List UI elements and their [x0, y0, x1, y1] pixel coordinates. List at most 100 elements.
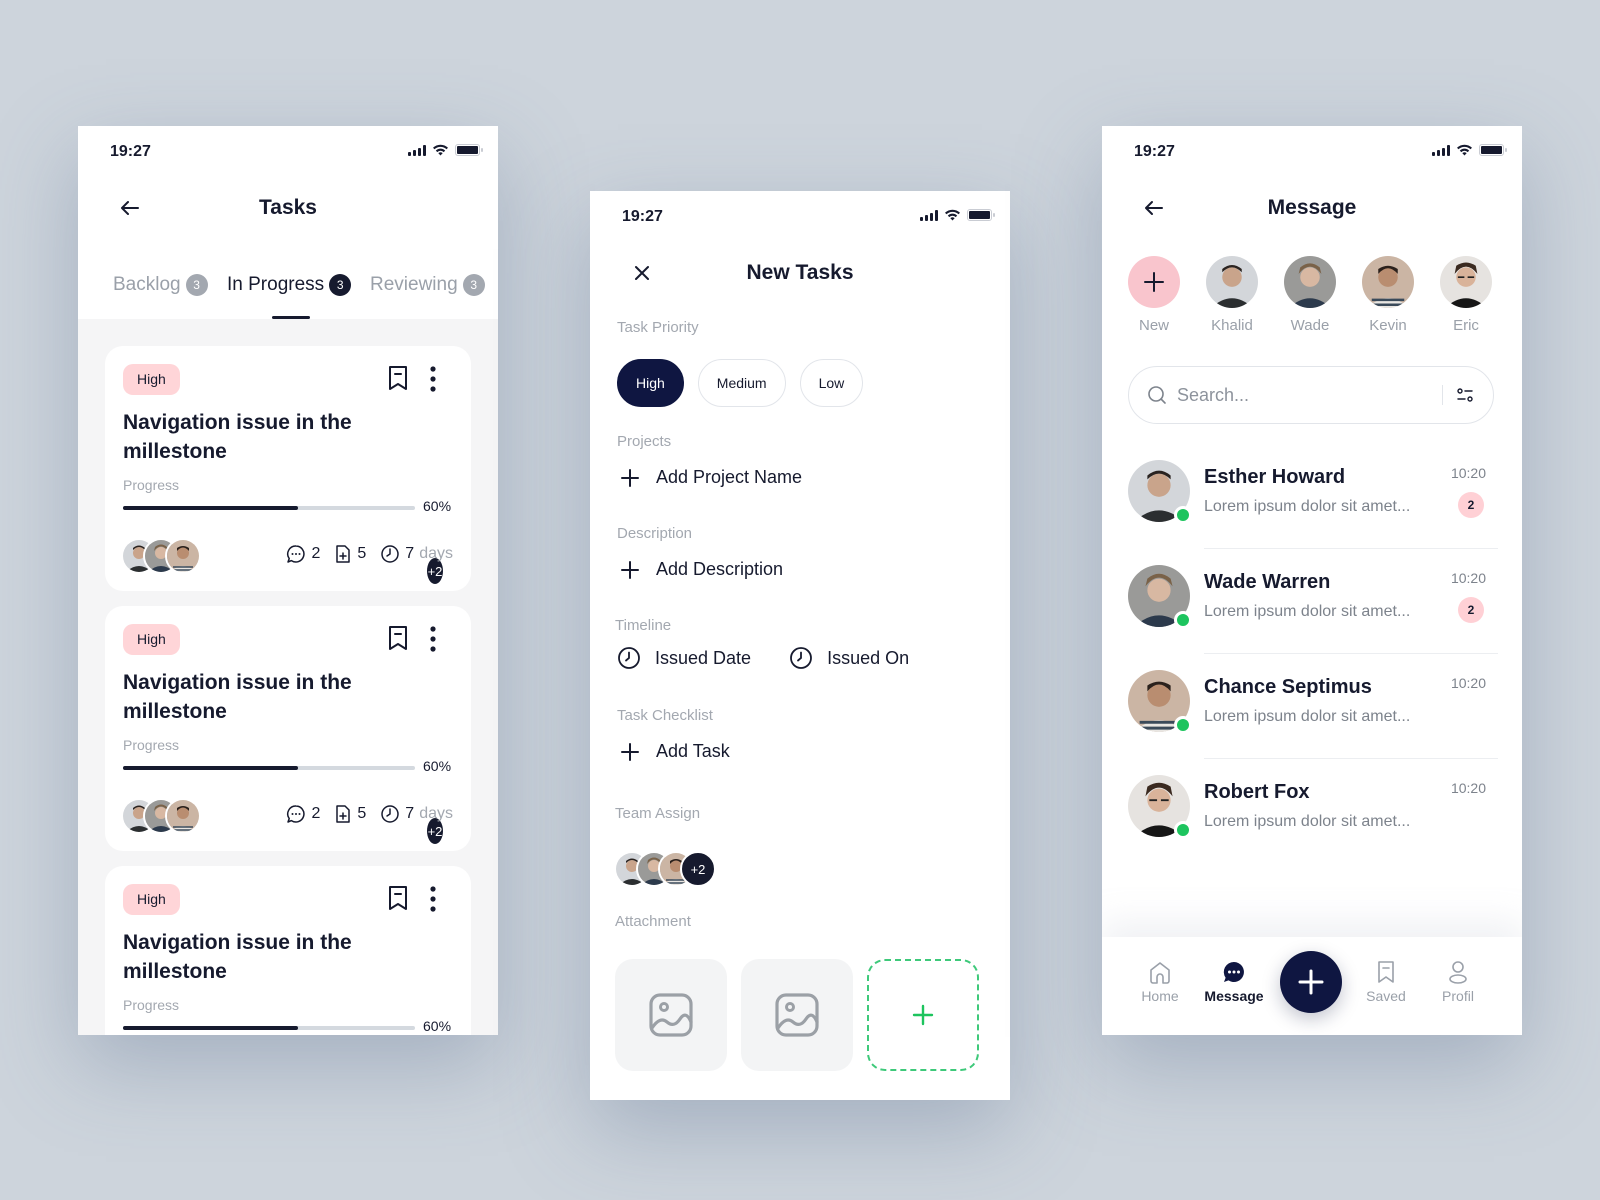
contact-eric[interactable]: Eric	[1440, 256, 1492, 334]
days-unit: days	[419, 545, 453, 562]
team-assign-label: Team Assign	[615, 805, 701, 822]
chat-list-item[interactable]: Robert Fox Lorem ipsum dolor sit amet...…	[1128, 775, 1498, 880]
projects-label: Projects	[617, 433, 672, 450]
comment-icon	[287, 805, 306, 823]
contact-name: New	[1138, 317, 1169, 334]
online-indicator	[1174, 611, 1192, 629]
more-vertical-icon[interactable]	[423, 364, 443, 394]
progress-fill	[123, 1026, 299, 1030]
task-title: Navigation issue in the millestone	[123, 931, 352, 983]
tab-in-progress[interactable]: In Progress 3	[227, 274, 352, 296]
chat-list-item[interactable]: Chance Septimus Lorem ipsum dolor sit am…	[1128, 670, 1498, 775]
priority-badge: High	[123, 884, 180, 915]
team-avatars[interactable]: +2	[614, 851, 716, 887]
tab-reviewing[interactable]: Reviewing 3	[370, 274, 485, 296]
member-avatars: +2	[121, 538, 445, 586]
task-title: Navigation issue in the millestone	[123, 411, 352, 463]
chat-name: Robert Fox	[1204, 781, 1310, 803]
new-task-screen: 19:27 New Tasks Task Priority High Mediu…	[590, 191, 1010, 1100]
due-days: 7 days	[380, 544, 453, 564]
task-checklist-label: Task Checklist	[617, 707, 713, 724]
timeline-label: Timeline	[615, 617, 672, 634]
progress-bar	[123, 1026, 415, 1030]
member-avatars: +2	[121, 798, 445, 846]
attachment-label: Attachment	[615, 913, 691, 930]
files-value: 5	[357, 545, 367, 562]
page-title: New Tasks	[746, 261, 854, 284]
add-attachment-button[interactable]	[867, 959, 979, 1071]
status-bar: 19:27	[1102, 126, 1522, 176]
nav-profile[interactable]: Profil	[1428, 959, 1488, 1004]
contact-kevin[interactable]: Kevin	[1362, 256, 1414, 334]
battery-icon	[455, 144, 483, 156]
add-task-button[interactable]: Add Task	[620, 741, 730, 762]
progress-bar	[123, 506, 415, 510]
page-title: Message	[1267, 196, 1357, 219]
file-add-icon	[336, 805, 351, 823]
compose-fab-button[interactable]	[1280, 951, 1342, 1013]
avatar	[1440, 256, 1492, 308]
chat-list-item[interactable]: Esther Howard Lorem ipsum dolor sit amet…	[1128, 460, 1498, 565]
priority-badge: High	[123, 364, 180, 395]
signal-icon	[920, 209, 938, 221]
signal-icon	[408, 144, 426, 156]
bookmark-icon	[1378, 961, 1394, 983]
attachment-thumbnail[interactable]	[741, 959, 853, 1071]
more-vertical-icon[interactable]	[423, 884, 443, 914]
add-project-button[interactable]: Add Project Name	[620, 467, 802, 488]
task-list: High Navigation issue in the millestone …	[78, 319, 498, 1035]
clock-icon	[618, 647, 640, 669]
priority-medium-button[interactable]: Medium	[697, 359, 786, 407]
avatar	[165, 538, 201, 574]
divider	[1442, 385, 1443, 405]
comment-icon	[287, 545, 306, 563]
tab-label: In Progress	[227, 274, 325, 295]
attachment-thumbnail[interactable]	[615, 959, 727, 1071]
nav-saved[interactable]: Saved	[1356, 959, 1416, 1004]
search-input[interactable]: Search...	[1128, 366, 1494, 424]
filter-icon[interactable]	[1455, 385, 1475, 405]
priority-high-button[interactable]: High	[617, 359, 684, 407]
contact-name: Kevin	[1369, 317, 1407, 334]
chat-time: 10:20	[1450, 465, 1486, 481]
more-vertical-icon[interactable]	[423, 624, 443, 654]
chat-preview: Lorem ipsum dolor sit amet...	[1204, 708, 1411, 725]
issued-date-label: Issued Date	[655, 647, 752, 668]
nav-label: Profil	[1442, 988, 1474, 1004]
new-contact-button[interactable]: New	[1128, 256, 1180, 334]
wifi-icon	[433, 144, 448, 156]
days-value: 7	[405, 805, 415, 822]
more-members-badge[interactable]: +2	[680, 851, 716, 887]
add-description-button[interactable]: Add Description	[620, 559, 783, 580]
chat-list-item[interactable]: Wade Warren Lorem ipsum dolor sit amet..…	[1128, 565, 1498, 670]
bookmark-icon[interactable]	[387, 624, 409, 652]
tab-count-badge: 3	[462, 274, 485, 296]
files-count: 5	[334, 804, 366, 824]
issued-date-field[interactable]: Issued Date	[617, 646, 751, 670]
nav-message[interactable]: Message	[1204, 959, 1264, 1004]
nav-home[interactable]: Home	[1130, 959, 1190, 1004]
priority-low-button[interactable]: Low	[799, 359, 864, 407]
bookmark-icon[interactable]	[387, 884, 409, 912]
contact-khalid[interactable]: Khalid	[1206, 256, 1258, 334]
unread-badge: 2	[1458, 492, 1484, 518]
task-title: Navigation issue in the millestone	[123, 671, 352, 723]
add-task-label: Add Task	[656, 741, 730, 761]
contact-wade[interactable]: Wade	[1284, 256, 1336, 334]
task-card[interactable]: High Navigation issue in the millestone …	[105, 866, 471, 1035]
image-icon	[775, 993, 819, 1037]
bookmark-icon[interactable]	[387, 364, 409, 392]
tasks-screen: 19:27 Tasks Backlog 3 In Progress 3 Review…	[78, 126, 498, 1035]
chat-time: 10:20	[1450, 675, 1486, 691]
online-indicator	[1174, 716, 1192, 734]
issued-on-label: Issued On	[827, 647, 910, 668]
tab-label: Backlog	[113, 274, 181, 295]
task-card[interactable]: High Navigation issue in the millestone …	[105, 606, 471, 851]
status-time: 19:27	[110, 143, 151, 160]
nav-label: Saved	[1366, 988, 1406, 1004]
task-card[interactable]: High Navigation issue in the millestone …	[105, 346, 471, 591]
battery-icon	[1479, 144, 1507, 156]
clock-icon	[381, 805, 400, 823]
issued-on-field[interactable]: Issued On	[789, 646, 909, 670]
tab-backlog[interactable]: Backlog 3	[113, 274, 208, 296]
